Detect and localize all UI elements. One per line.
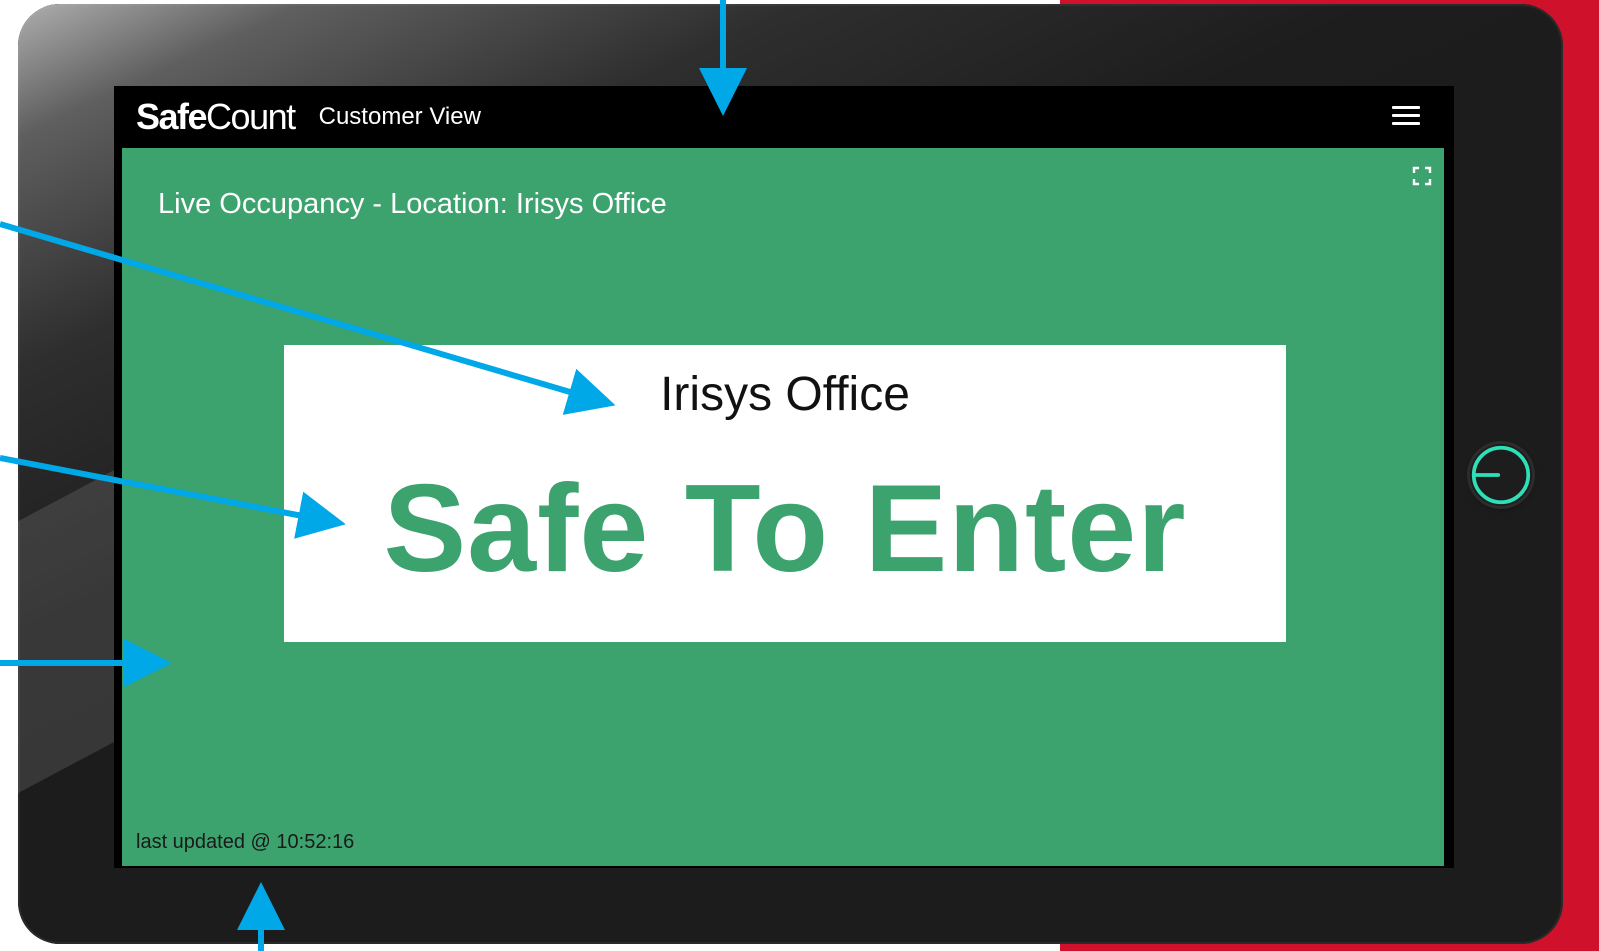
hamburger-menu-icon[interactable] xyxy=(1392,106,1420,128)
menu-line xyxy=(1392,106,1420,109)
brand-light: Count xyxy=(206,96,296,137)
app-top-bar: SafeCount Customer View xyxy=(122,86,1444,148)
menu-line xyxy=(1392,122,1420,125)
stage: SafeCount Customer View Live Occupancy -… xyxy=(0,0,1599,951)
occupancy-panel: Live Occupancy - Location: Irisys Office… xyxy=(122,148,1444,866)
occupancy-status: Safe To Enter xyxy=(383,460,1187,598)
power-icon xyxy=(1471,445,1531,505)
power-button[interactable] xyxy=(1470,444,1532,506)
page-title: Live Occupancy - Location: Irisys Office xyxy=(158,188,667,220)
status-card: Irisys Office Safe To Enter xyxy=(284,345,1286,642)
brand-bold: Safe xyxy=(136,96,208,137)
last-updated-timestamp: last updated @ 10:52:16 xyxy=(136,831,355,853)
safecount-logo: SafeCount xyxy=(136,96,296,137)
menu-line xyxy=(1392,114,1420,117)
tablet-screen: SafeCount Customer View Live Occupancy -… xyxy=(114,86,1454,868)
view-label: Customer View xyxy=(318,103,481,130)
location-name: Irisys Office xyxy=(660,368,910,421)
fullscreen-icon[interactable] xyxy=(1412,166,1432,186)
